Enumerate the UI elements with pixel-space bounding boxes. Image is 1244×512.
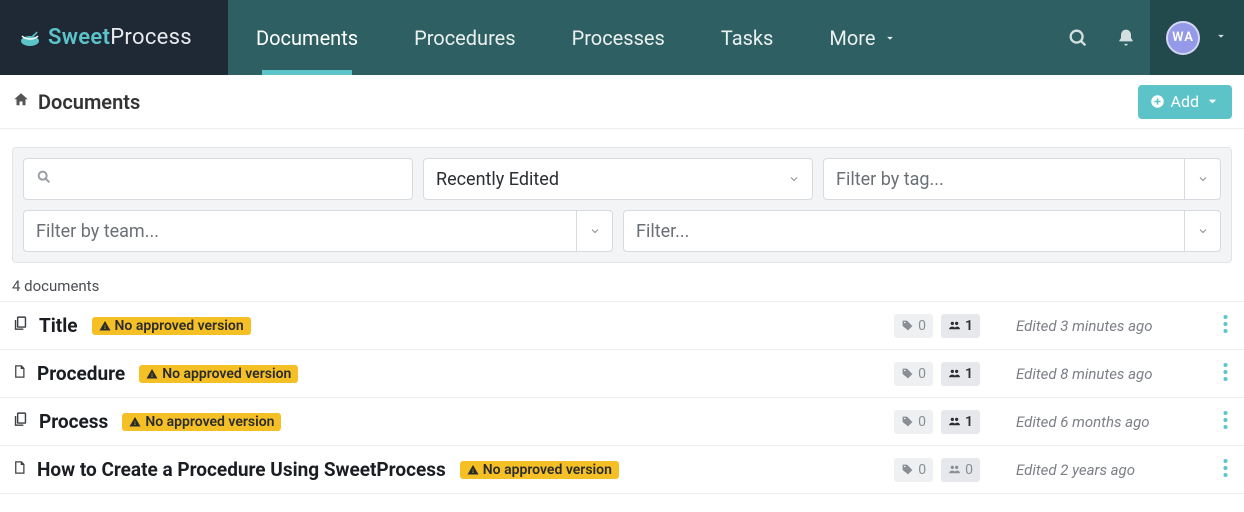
brand-icon: [18, 26, 42, 50]
document-title: Procedure: [37, 362, 125, 385]
status-badge: No approved version: [92, 317, 251, 335]
document-title: Process: [39, 410, 108, 433]
user-count: 0: [941, 458, 980, 482]
document-row[interactable]: Process No approved version 01 Edited 6 mon…: [0, 398, 1244, 446]
tag-count: 0: [894, 362, 933, 386]
row-meta: 01 Edited 6 months ago: [894, 410, 1232, 434]
nav-tasks[interactable]: Tasks: [693, 0, 802, 75]
user-count: 1: [941, 410, 980, 434]
status-badge: No approved version: [139, 365, 298, 383]
topbar-right: WA: [1054, 0, 1244, 75]
tag-count: 0: [894, 410, 933, 434]
warning-icon: [99, 320, 111, 332]
tag-count: 0: [894, 458, 933, 482]
warning-icon: [146, 368, 158, 380]
chevron-down-icon: [883, 26, 897, 50]
generic-filter[interactable]: Filter...: [623, 210, 1221, 252]
row-meta: 01 Edited 8 minutes ago: [894, 362, 1232, 386]
status-badge: No approved version: [460, 461, 619, 479]
nav-documents[interactable]: Documents: [228, 0, 386, 75]
chevron-down-icon: [1214, 28, 1228, 47]
page-title: Documents: [38, 90, 140, 114]
nav-processes[interactable]: Processes: [544, 0, 693, 75]
document-row[interactable]: Title No approved version 01 Edited 3 minut…: [0, 302, 1244, 350]
warning-icon: [129, 416, 141, 428]
caret-down-icon: [1205, 94, 1220, 109]
breadcrumb: Documents: [12, 90, 140, 114]
add-button[interactable]: Add: [1138, 85, 1232, 119]
chevron-down-icon: [1184, 210, 1220, 252]
topbar: SweetProcess Documents Procedures Proces…: [0, 0, 1244, 75]
document-title: How to Create a Procedure Using SweetPro…: [37, 458, 446, 481]
notifications-button[interactable]: [1102, 0, 1150, 75]
document-row[interactable]: How to Create a Procedure Using SweetPro…: [0, 446, 1244, 494]
document-title: Title: [39, 314, 78, 337]
edited-time: Edited 8 minutes ago: [1016, 365, 1171, 383]
search-input[interactable]: [23, 158, 413, 200]
brand-text: SweetProcess: [48, 25, 192, 50]
document-icon: [12, 363, 27, 384]
row-meta: 00 Edited 2 years ago: [894, 458, 1232, 482]
user-menu[interactable]: WA: [1150, 0, 1244, 75]
document-icon: [12, 315, 29, 336]
document-row[interactable]: Procedure No approved version 01 Edited 8 m…: [0, 350, 1244, 398]
document-count: 4 documents: [12, 277, 1232, 295]
main-nav: Documents Procedures Processes Tasks Mor…: [228, 0, 925, 75]
sort-select[interactable]: Recently Edited: [423, 158, 813, 200]
search-button[interactable]: [1054, 0, 1102, 75]
chevron-down-icon: [1184, 158, 1220, 200]
plus-circle-icon: [1150, 94, 1165, 109]
chevron-down-icon: [576, 210, 612, 252]
tag-count: 0: [894, 314, 933, 338]
edited-time: Edited 3 minutes ago: [1016, 317, 1171, 335]
row-meta: 01 Edited 3 minutes ago: [894, 314, 1232, 338]
row-actions-button[interactable]: [1219, 411, 1232, 433]
filters-panel: Recently Edited Filter by tag... Filter …: [12, 147, 1232, 263]
home-icon: [12, 90, 30, 114]
row-actions-button[interactable]: [1219, 315, 1232, 337]
row-actions-button[interactable]: [1219, 363, 1232, 385]
tag-filter[interactable]: Filter by tag...: [823, 158, 1221, 200]
warning-icon: [467, 464, 479, 476]
user-count: 1: [941, 362, 980, 386]
subbar: Documents Add: [0, 75, 1244, 129]
document-icon: [12, 459, 27, 480]
edited-time: Edited 2 years ago: [1016, 461, 1171, 479]
search-icon: [36, 169, 52, 190]
edited-time: Edited 6 months ago: [1016, 413, 1171, 431]
chevron-down-icon: [788, 169, 800, 190]
status-badge: No approved version: [122, 413, 281, 431]
user-count: 1: [941, 314, 980, 338]
row-actions-button[interactable]: [1219, 459, 1232, 481]
brand: SweetProcess: [0, 0, 228, 75]
nav-more[interactable]: More: [801, 0, 925, 75]
document-list: TitleNo approved version01Edited 3 minut…: [0, 301, 1244, 494]
avatar: WA: [1166, 21, 1200, 55]
document-icon: [12, 411, 29, 432]
nav-procedures[interactable]: Procedures: [386, 0, 544, 75]
team-filter[interactable]: Filter by team...: [23, 210, 613, 252]
